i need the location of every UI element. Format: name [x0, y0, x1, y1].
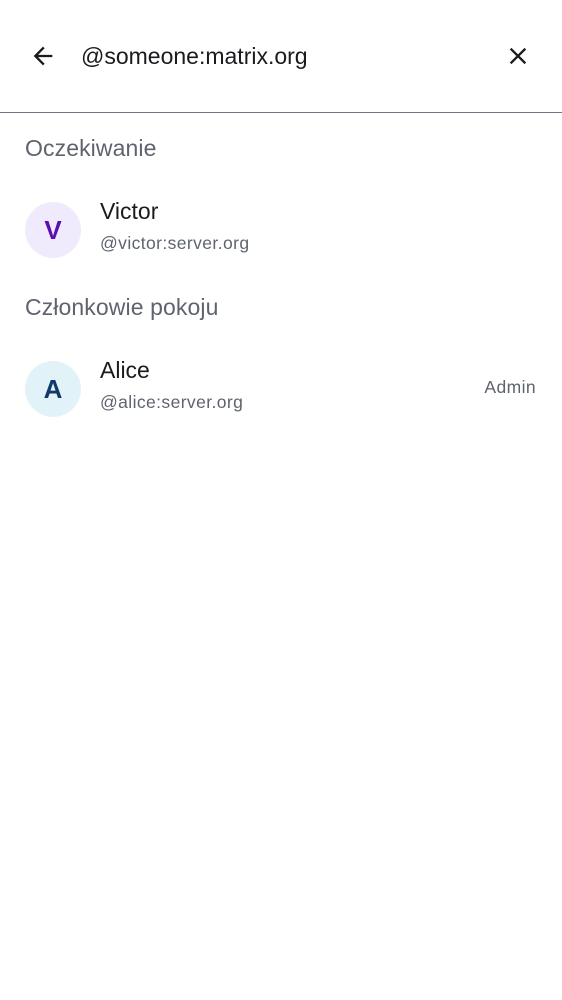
member-name: Alice [100, 357, 150, 383]
member-name: Victor [100, 198, 159, 224]
clear-search-button[interactable] [494, 32, 542, 80]
member-row-alice[interactable]: A Alice @alice:server.org Admin [0, 351, 562, 427]
back-button[interactable] [19, 32, 67, 80]
member-user-id: @alice:server.org [100, 392, 244, 412]
section-header-room-members: Członkowie pokoju [25, 294, 219, 320]
avatar: A [25, 361, 81, 417]
avatar-initial: V [44, 214, 62, 245]
member-user-id: @victor:server.org [100, 233, 250, 253]
avatar-initial: A [43, 373, 63, 404]
member-role-badge: Admin [484, 377, 536, 397]
member-row-victor[interactable]: V Victor @victor:server.org [0, 192, 562, 268]
search-bar [0, 0, 562, 113]
member-search-screen: Oczekiwanie V Victor @victor:server.org … [0, 0, 562, 1000]
section-header-pending: Oczekiwanie [25, 135, 157, 161]
avatar: V [25, 202, 81, 258]
search-input[interactable] [81, 36, 481, 76]
arrow-back-icon [33, 46, 53, 66]
close-icon [509, 47, 527, 65]
